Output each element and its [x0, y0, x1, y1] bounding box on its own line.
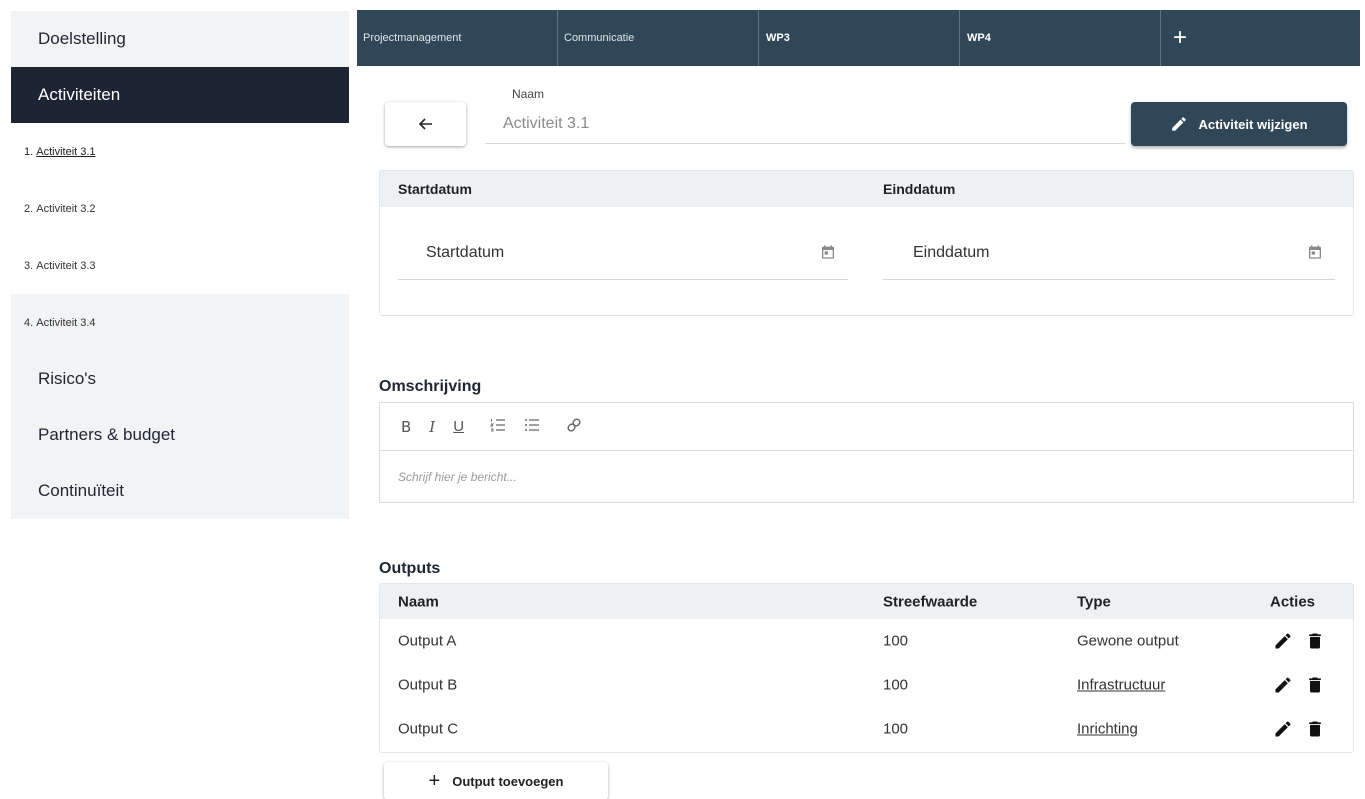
- output-name: Output B: [398, 676, 458, 694]
- sidebar-item-doelstelling[interactable]: Doelstelling: [11, 11, 349, 67]
- description-editor: B I U Schrijf hier je bericht...: [379, 402, 1354, 503]
- subitem-number: 3.: [24, 259, 34, 272]
- tab-communicatie[interactable]: Communicatie: [558, 10, 759, 66]
- subitem-number: 1.: [24, 145, 34, 158]
- calendar-icon[interactable]: [820, 244, 836, 260]
- sidebar-item-risicos[interactable]: Risico's: [11, 351, 349, 407]
- edit-activity-label: Activiteit wijzigen: [1198, 116, 1308, 132]
- sidebar-item-activiteiten[interactable]: Activiteiten: [11, 67, 349, 123]
- column-header-type: Type: [1077, 593, 1111, 610]
- calendar-icon[interactable]: [1307, 244, 1323, 260]
- column-header-actions: Acties: [1270, 593, 1316, 610]
- start-date-header: Startdatum: [398, 181, 472, 197]
- dates-panel: Startdatum Einddatum Startdatum Einddatu…: [379, 170, 1354, 316]
- name-field[interactable]: Activiteit 3.1: [485, 104, 1125, 144]
- subitem-label: Activiteit 3.4: [36, 316, 96, 329]
- subitem-label: Activiteit 3.3: [36, 259, 96, 272]
- row-actions: [1273, 631, 1325, 651]
- tab-projectmanagement[interactable]: Projectmanagement: [357, 10, 558, 66]
- row-actions: [1273, 719, 1325, 739]
- output-target: 100: [883, 676, 909, 694]
- output-target: 100: [883, 720, 909, 738]
- description-title: Omschrijving: [379, 378, 482, 395]
- start-date-input[interactable]: Startdatum: [398, 226, 848, 280]
- trash-icon[interactable]: [1305, 675, 1325, 695]
- sidebar-subitem-activiteit-3-3[interactable]: 3. Activiteit 3.3: [11, 237, 349, 294]
- work-package-tabs: Projectmanagement Communicatie WP3 WP4 +: [357, 10, 1360, 66]
- output-type-link[interactable]: Infrastructuur: [1077, 677, 1165, 694]
- table-header: Naam Streefwaarde Type Acties: [380, 584, 1353, 619]
- table-row: Output A 100 Gewone output: [380, 619, 1353, 663]
- sidebar-subitem-activiteit-3-1[interactable]: 1. Activiteit 3.1: [11, 123, 349, 180]
- trash-icon[interactable]: [1305, 631, 1325, 651]
- subitem-number: 2.: [24, 202, 34, 215]
- table-row: Output B 100 Infrastructuur: [380, 663, 1353, 707]
- sidebar: Doelstelling Activiteiten 1. Activiteit …: [11, 11, 349, 519]
- tab-wp3[interactable]: WP3: [759, 10, 960, 66]
- link-icon[interactable]: [566, 417, 582, 437]
- output-name: Output A: [398, 632, 457, 650]
- sidebar-item-partners-budget[interactable]: Partners & budget: [11, 407, 349, 463]
- outputs-title: Outputs: [379, 560, 441, 577]
- sidebar-subitem-activiteit-3-4[interactable]: 4. Activiteit 3.4: [11, 294, 349, 351]
- row-actions: [1273, 675, 1325, 695]
- ordered-list-icon[interactable]: [489, 417, 506, 437]
- name-label: Naam: [512, 87, 545, 101]
- sidebar-subitem-activiteit-3-2[interactable]: 2. Activiteit 3.2: [11, 180, 349, 237]
- underline-button[interactable]: U: [453, 418, 464, 435]
- sidebar-item-continuiteit[interactable]: Continuïteit: [11, 463, 349, 519]
- end-date-input[interactable]: Einddatum: [883, 226, 1335, 280]
- plus-icon: +: [428, 769, 441, 792]
- output-name: Output C: [398, 720, 459, 738]
- outputs-table: Naam Streefwaarde Type Acties Output A 1…: [379, 583, 1354, 753]
- start-date-placeholder: Startdatum: [426, 243, 505, 261]
- add-tab-button[interactable]: +: [1161, 10, 1360, 66]
- output-type: Gewone output: [1077, 632, 1179, 650]
- subitem-label: Activiteit 3.1: [36, 145, 96, 158]
- pencil-icon[interactable]: [1273, 675, 1293, 695]
- subitem-number: 4.: [24, 316, 34, 329]
- back-button[interactable]: [385, 102, 466, 146]
- tab-wp4[interactable]: WP4: [960, 10, 1161, 66]
- pencil-icon[interactable]: [1273, 719, 1293, 739]
- italic-button[interactable]: I: [429, 418, 435, 436]
- column-header-target: Streefwaarde: [883, 593, 978, 610]
- trash-icon[interactable]: [1305, 719, 1325, 739]
- bold-button[interactable]: B: [401, 418, 411, 436]
- table-row: Output C 100 Inrichting: [380, 707, 1353, 751]
- dates-header: Startdatum Einddatum: [380, 171, 1353, 207]
- arrow-left-icon: [418, 118, 432, 130]
- add-output-button[interactable]: + Output toevoegen: [384, 762, 608, 799]
- pencil-icon[interactable]: [1273, 631, 1293, 651]
- column-header-name: Naam: [398, 593, 439, 610]
- pencil-icon: [1172, 117, 1187, 131]
- output-target: 100: [883, 632, 909, 650]
- end-date-placeholder: Einddatum: [913, 243, 990, 261]
- description-textarea[interactable]: Schrijf hier je bericht...: [380, 451, 1353, 502]
- edit-activity-button[interactable]: Activiteit wijzigen: [1131, 102, 1347, 146]
- add-output-label: Output toevoegen: [452, 773, 564, 789]
- end-date-header: Einddatum: [883, 181, 956, 197]
- editor-toolbar: B I U: [380, 403, 1353, 451]
- subitem-label: Activiteit 3.2: [36, 202, 96, 215]
- bullet-list-icon[interactable]: [524, 417, 540, 437]
- output-type-link[interactable]: Inrichting: [1077, 721, 1138, 738]
